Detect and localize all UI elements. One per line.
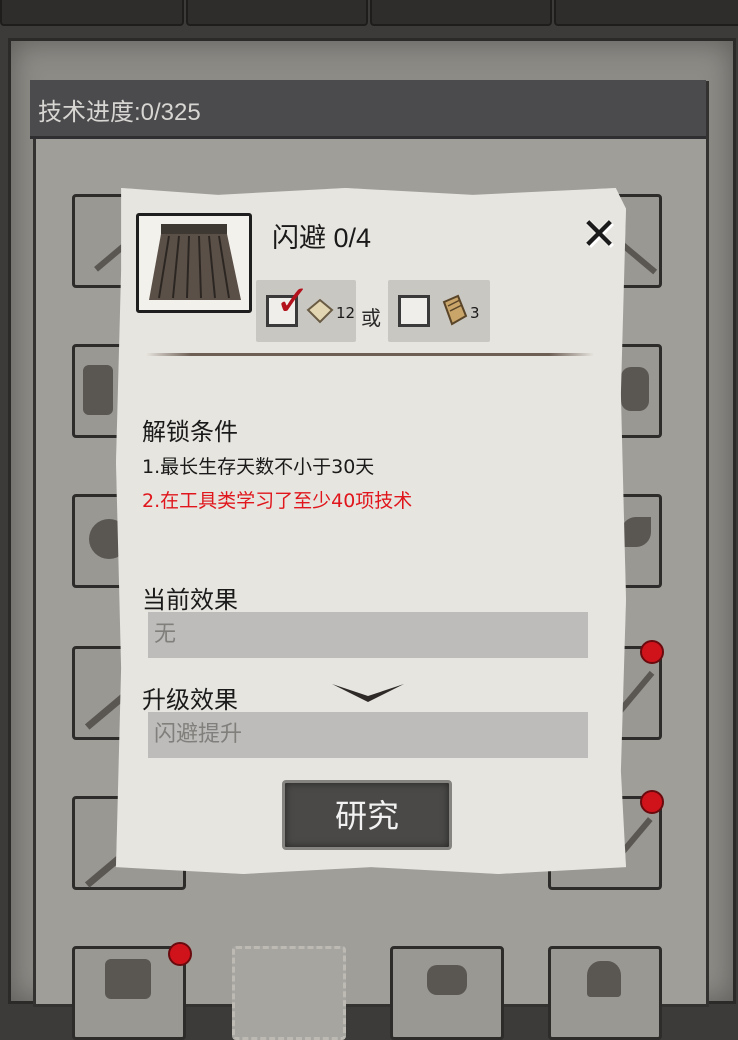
cost-option-book[interactable]: 3	[388, 280, 490, 342]
chevron-down-icon[interactable]	[330, 680, 406, 710]
unlock-conditions-title: 解锁条件	[142, 418, 238, 446]
tech-progress-header: 技术进度:0/325	[30, 80, 706, 139]
tech-detail-popup: 闪避 0/4 ✕ ✓ 12 或 3 解锁条件 1.最长生存天数不小于30天 2.…	[116, 188, 626, 874]
tech-node[interactable]	[390, 946, 504, 1040]
unlock-condition: 1.最长生存天数不小于30天	[142, 456, 375, 478]
current-effect-value: 无	[148, 612, 588, 658]
book-icon	[442, 294, 468, 326]
cost-count-book: 3	[470, 304, 480, 322]
tech-node[interactable]	[548, 946, 662, 1040]
skirt-armor-icon	[149, 224, 241, 300]
or-label: 或	[361, 306, 381, 330]
top-tab-2[interactable]	[186, 0, 368, 26]
cost-count-paper: 12	[336, 304, 356, 322]
divider	[146, 353, 594, 356]
notification-dot	[640, 790, 664, 814]
research-button[interactable]: 研究	[282, 780, 452, 850]
current-effect-title: 当前效果	[142, 586, 238, 614]
cost-checkbox-paper[interactable]: ✓	[266, 276, 310, 327]
cost-option-paper[interactable]: ✓ 12	[256, 276, 356, 342]
top-tab-bar	[0, 0, 738, 26]
upgrade-effect-title: 升级效果	[142, 686, 238, 714]
close-icon: ✕	[580, 209, 618, 260]
top-tab-3[interactable]	[370, 0, 552, 26]
cost-checkbox-book[interactable]	[398, 295, 430, 327]
top-tab-1[interactable]	[0, 0, 184, 26]
tech-title: 闪避 0/4	[272, 223, 372, 253]
top-tab-4[interactable]	[554, 0, 738, 26]
close-button[interactable]: ✕	[578, 213, 620, 257]
notification-dot	[168, 942, 192, 966]
upgrade-effect-value: 闪避提升	[148, 712, 588, 758]
tech-node-locked[interactable]	[232, 946, 346, 1040]
tech-progress-label: 技术进度:0/325	[38, 99, 201, 126]
notification-dot	[640, 640, 664, 664]
paper-scroll-icon	[306, 298, 334, 324]
item-slot	[136, 213, 252, 313]
unlock-condition-unmet: 2.在工具类学习了至少40项技术	[142, 490, 413, 512]
